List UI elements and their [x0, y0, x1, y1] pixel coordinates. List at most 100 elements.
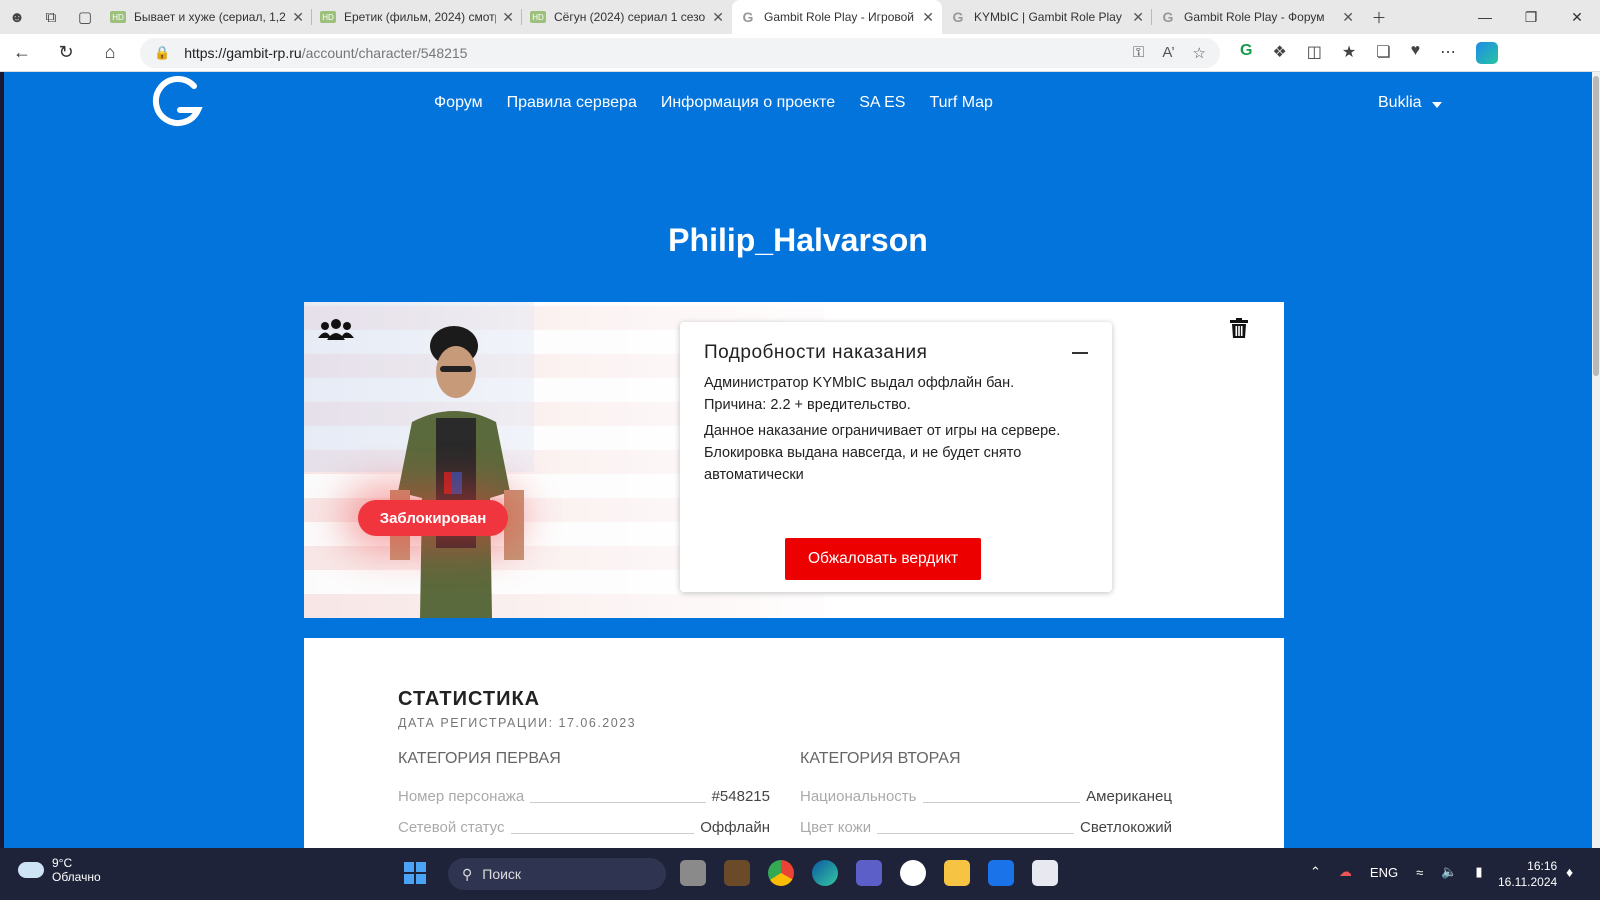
- key-icon[interactable]: ⚿: [1133, 44, 1144, 62]
- chevron-up-icon[interactable]: ⌃: [1310, 864, 1321, 880]
- punishment-description-text: Данное наказание ограничивает от игры на…: [704, 423, 1061, 483]
- grammarly-icon[interactable]: G: [1240, 42, 1252, 64]
- tab-title: Сёгун (2024) сериал 1 сезо: [554, 10, 706, 24]
- nav-forum[interactable]: Форум: [434, 94, 483, 112]
- close-tab-icon[interactable]: ✕: [1132, 9, 1144, 26]
- stat-value: #548215: [711, 788, 770, 805]
- category-first-title: КАТЕГОРИЯ ПЕРВАЯ: [398, 750, 561, 767]
- tab-actions-icon[interactable]: ▢: [68, 0, 102, 34]
- close-window-icon[interactable]: ✕: [1554, 9, 1600, 26]
- file-explorer-icon[interactable]: [944, 860, 970, 886]
- game-app-icon[interactable]: [724, 860, 750, 886]
- page-scrollbar[interactable]: [1592, 72, 1600, 848]
- favorite-star-icon[interactable]: ☆: [1193, 44, 1206, 62]
- tab-favicon: HD: [110, 11, 126, 23]
- close-tab-icon[interactable]: ✕: [1342, 9, 1354, 26]
- start-button-icon[interactable]: [404, 862, 426, 884]
- trash-icon[interactable]: [1230, 318, 1248, 338]
- notification-bell-icon[interactable]: ♦: [1566, 864, 1573, 880]
- punishment-title: Подробности наказания: [704, 342, 928, 363]
- tab-2[interactable]: HD Еретик (фильм, 2024) смотр ✕: [312, 0, 522, 34]
- wifi-icon[interactable]: ≈: [1416, 865, 1423, 880]
- tab-6[interactable]: G Gambit Role Play - Форум ✕: [1152, 0, 1362, 34]
- back-icon[interactable]: ←: [0, 42, 44, 63]
- task-view-icon[interactable]: [680, 860, 706, 886]
- user-menu[interactable]: Buklia: [1378, 94, 1442, 112]
- username: Buklia: [1378, 94, 1422, 111]
- lock-icon[interactable]: 🔒: [154, 45, 170, 61]
- nav-turf-map[interactable]: Turf Map: [929, 94, 992, 112]
- registration-date: ДАТА РЕГИСТРАЦИИ: 17.06.2023: [398, 716, 637, 730]
- edge-icon[interactable]: [812, 860, 838, 886]
- extensions-icon[interactable]: ❖: [1272, 42, 1286, 64]
- home-icon[interactable]: ⌂: [88, 42, 132, 63]
- teams-icon[interactable]: [856, 860, 882, 886]
- tab-5[interactable]: G KYMbIC | Gambit Role Play ✕: [942, 0, 1152, 34]
- onedrive-icon[interactable]: ☁: [1339, 864, 1352, 880]
- app-icon[interactable]: [1032, 860, 1058, 886]
- taskbar-apps: [680, 860, 1058, 886]
- tab-1[interactable]: HD Бывает и хуже (сериал, 1,2 ✕: [102, 0, 312, 34]
- punishment-reason-text: Причина: 2.2 + вредительство.: [704, 397, 911, 413]
- search-icon: ⚲: [462, 865, 473, 882]
- nav-server-rules[interactable]: Правила сервера: [507, 94, 637, 112]
- collections-icon[interactable]: ❏: [1376, 42, 1390, 64]
- stat-divider: [877, 833, 1075, 834]
- stat-value: Оффлайн: [700, 819, 770, 836]
- split-screen-icon[interactable]: ◫: [1307, 42, 1322, 64]
- appeal-verdict-button[interactable]: Обжаловать вердикт: [785, 538, 981, 580]
- gambit-logo-icon[interactable]: [150, 76, 206, 128]
- clock[interactable]: 16:16 16.11.2024: [1498, 858, 1557, 890]
- minimize-window-icon[interactable]: —: [1462, 9, 1508, 26]
- copilot-icon[interactable]: [1476, 41, 1499, 64]
- temperature: 9°C: [52, 856, 73, 870]
- battery-icon[interactable]: ▮: [1475, 864, 1482, 880]
- stat-value: Американец: [1086, 788, 1172, 805]
- restore-window-icon[interactable]: ❐: [1508, 9, 1554, 26]
- close-tab-icon[interactable]: ✕: [922, 9, 934, 26]
- statistics-title: СТАТИСТИКА: [398, 688, 541, 710]
- search-placeholder: Поиск: [482, 866, 522, 882]
- volume-icon[interactable]: 🔈: [1441, 864, 1457, 880]
- tab-3[interactable]: HD Сёгун (2024) сериал 1 сезо ✕: [522, 0, 732, 34]
- mail-icon[interactable]: [988, 860, 1014, 886]
- date: 16.11.2024: [1498, 875, 1558, 889]
- tab-favicon: HD: [530, 11, 546, 23]
- tab-4-active[interactable]: G Gambit Role Play - Игровой ✕: [732, 0, 942, 34]
- close-tab-icon[interactable]: ✕: [712, 9, 724, 26]
- url-tools: ⚿ A’ ☆: [1133, 44, 1206, 62]
- browser-tab-strip: ☻ ⧉ ▢ HD Бывает и хуже (сериал, 1,2 ✕ HD…: [0, 0, 1600, 34]
- chrome-icon[interactable]: [768, 860, 794, 886]
- performance-icon[interactable]: ♥: [1411, 42, 1421, 64]
- more-menu-icon[interactable]: ⋯: [1440, 42, 1456, 64]
- nav-sa-es[interactable]: SA ES: [859, 94, 905, 112]
- stat-label: Номер персонажа: [398, 788, 525, 805]
- tab-title: KYMbIC | Gambit Role Play: [974, 10, 1122, 24]
- character-skin-image: [390, 326, 524, 618]
- refresh-icon[interactable]: ↻: [44, 42, 88, 63]
- nav-project-info[interactable]: Информация о проекте: [661, 94, 835, 112]
- profile-icon[interactable]: ☻: [0, 0, 34, 34]
- language-indicator[interactable]: ENG: [1370, 865, 1398, 880]
- new-tab-icon[interactable]: ＋: [1362, 0, 1396, 34]
- punishment-admin-text: Администратор KYMbIC выдал оффлайн бан.: [704, 375, 1015, 391]
- stat-row: Цвет кожи Светлокожий: [800, 819, 1172, 836]
- workspaces-icon[interactable]: ⧉: [34, 0, 68, 34]
- close-tab-icon[interactable]: ✕: [292, 9, 304, 26]
- close-tab-icon[interactable]: ✕: [502, 9, 514, 26]
- stat-value: Светлокожий: [1080, 819, 1172, 836]
- taskbar-search[interactable]: ⚲ Поиск: [448, 858, 666, 890]
- scrollbar-thumb[interactable]: [1593, 76, 1599, 376]
- group-icon[interactable]: [318, 318, 354, 340]
- url-path: /account/character/548215: [301, 44, 468, 61]
- collapse-icon[interactable]: [1072, 352, 1088, 354]
- status-badge: Заблокирован: [358, 500, 508, 536]
- favorites-icon[interactable]: ★: [1342, 42, 1356, 64]
- read-aloud-icon[interactable]: A’: [1162, 44, 1174, 62]
- url-field[interactable]: 🔒 https://gambit-rp.ru/account/character…: [140, 37, 1220, 68]
- weather-widget[interactable]: 9°C Облачно: [18, 856, 101, 884]
- address-toolbar: ← ↻ ⌂ 🔒 https://gambit-rp.ru/account/cha…: [0, 34, 1600, 72]
- google-icon[interactable]: [900, 860, 926, 886]
- tab-favicon: G: [742, 9, 754, 25]
- tab-title: Gambit Role Play - Форум: [1184, 10, 1325, 24]
